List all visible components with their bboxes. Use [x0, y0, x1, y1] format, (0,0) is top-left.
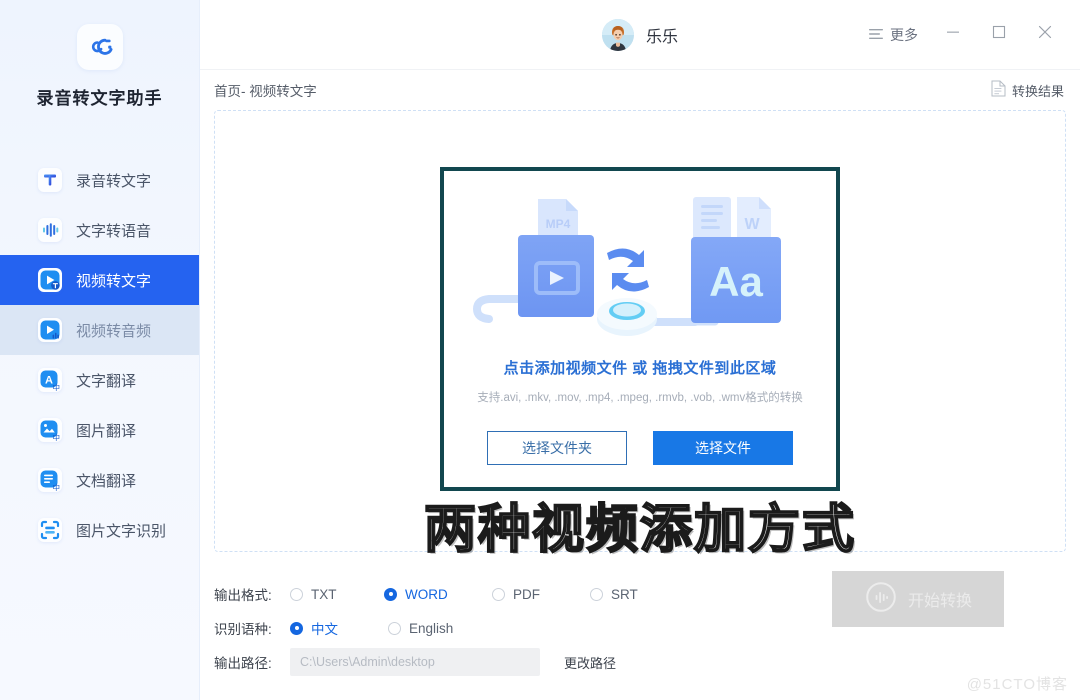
svg-text:Aa: Aa [709, 258, 763, 305]
sidebar-item-video-to-audio[interactable]: 视频转音频 [0, 305, 199, 355]
title-bar: 乐乐 更多 [200, 0, 1080, 70]
ocr-icon [38, 518, 62, 542]
sidebar-item-text-to-speech[interactable]: 文字转语音 [0, 205, 199, 255]
sidebar-item-label: 文字转语音 [76, 222, 152, 240]
select-file-button[interactable]: 选择文件 [653, 431, 793, 465]
sidebar-item-image-translate[interactable]: 中 图片翻译 [0, 405, 199, 455]
breadcrumb[interactable]: 首页- 视频转文字 [214, 80, 317, 100]
sidebar-item-label: 视频转文字 [76, 272, 152, 290]
app-window: 录音转文字助手 录音转文字 文字转语音 视频转文字 视频转音频 A 中 文字翻译… [0, 0, 1080, 700]
sidebar-item-label: 文字翻译 [76, 372, 137, 390]
text-translate-icon: A 中 [38, 368, 62, 392]
close-icon [1036, 23, 1054, 46]
output-path-row: 输出路径: 更改路径 [214, 645, 1066, 679]
file-dropzone[interactable]: MP4 W Aa 点击添加视频文件 或 拖拽文件到此区域 支持.avi, .mk… [214, 110, 1066, 561]
svg-text:MP4: MP4 [546, 217, 571, 231]
svg-text:W: W [744, 216, 760, 233]
sidebar-item-video-to-text[interactable]: 视频转文字 [0, 255, 199, 305]
conversion-result-label: 转换结果 [1011, 83, 1064, 99]
sidebar-item-label: 文档翻译 [76, 472, 137, 490]
app-logo-icon [76, 24, 123, 70]
format-option-label: SRT [611, 586, 638, 602]
format-option-srt[interactable]: SRT [590, 587, 638, 602]
format-option-pdf[interactable]: PDF [492, 587, 582, 602]
start-convert-button[interactable]: 开始转换 [832, 571, 1004, 627]
more-label: 更多 [890, 26, 918, 43]
hamburger-icon [869, 27, 883, 43]
select-folder-button[interactable]: 选择文件夹 [487, 431, 627, 465]
output-path-label: 输出路径: [214, 656, 272, 671]
language-option-chinese[interactable]: 中文 [290, 618, 380, 638]
image-translate-icon: 中 [38, 418, 62, 442]
format-option-word[interactable]: WORD [384, 587, 484, 602]
minimize-icon [945, 24, 961, 45]
language-option-english[interactable]: English [388, 621, 453, 636]
radio-dot-icon [290, 621, 303, 635]
app-logo-glyph [91, 38, 112, 55]
language-option-label: 中文 [311, 622, 338, 637]
annotation-caption: 两种视频添加方式 [423, 499, 857, 561]
format-option-label: WORD [405, 586, 448, 602]
video-to-audio-icon [38, 318, 62, 342]
svg-text:中: 中 [52, 482, 60, 491]
output-path-input[interactable] [290, 648, 540, 676]
maximize-button[interactable] [978, 18, 1020, 52]
video-to-text-illustration: MP4 W Aa [472, 197, 781, 336]
dropzone-subtitle: 支持.avi, .mkv, .mov, .mp4, .mpeg, .rmvb, … [477, 392, 803, 404]
sidebar-item-doc-translate[interactable]: 中 文档翻译 [0, 455, 199, 505]
sidebar-item-label: 图片文字识别 [76, 522, 167, 540]
start-convert-label: 开始转换 [907, 593, 972, 610]
radio-dot-icon [290, 587, 303, 601]
sidebar-item-audio-to-text[interactable]: 录音转文字 [0, 155, 199, 205]
sidebar: 录音转文字助手 录音转文字 文字转语音 视频转文字 视频转音频 A 中 文字翻译… [0, 0, 200, 700]
avatar-image [601, 18, 634, 51]
doc-translate-icon: 中 [38, 468, 62, 492]
audio-to-text-icon [38, 168, 62, 192]
change-path-button[interactable]: 更改路径 [564, 653, 616, 672]
close-button[interactable] [1024, 18, 1066, 52]
dropzone-actions: 选择文件夹 选择文件 [487, 431, 793, 465]
radio-dot-icon [590, 587, 603, 601]
brand: 录音转文字助手 [0, 0, 199, 109]
dropzone-title: 点击添加视频文件 或 拖拽文件到此区域 [503, 360, 777, 377]
add-file-panel: MP4 W Aa 点击添加视频文件 或 拖拽文件到此区域 支持.avi, .mk… [440, 167, 840, 491]
window-controls: 更多 [859, 18, 1066, 52]
sidebar-item-label: 视频转音频 [76, 322, 152, 340]
content-area: MP4 W Aa 点击添加视频文件 或 拖拽文件到此区域 支持.avi, .mk… [200, 110, 1080, 565]
sidebar-item-text-translate[interactable]: A 中 文字翻译 [0, 355, 199, 405]
app-title: 录音转文字助手 [36, 89, 163, 108]
sidebar-nav: 录音转文字 文字转语音 视频转文字 视频转音频 A 中 文字翻译 中 图片翻译 … [0, 155, 199, 555]
sidebar-item-label: 图片翻译 [76, 422, 137, 440]
user-name: 乐乐 [645, 28, 679, 46]
maximize-icon [991, 24, 1007, 45]
format-option-label: TXT [311, 586, 337, 602]
conversion-result-button[interactable]: 转换结果 [991, 80, 1064, 100]
language-option-label: English [409, 620, 454, 636]
waveform-circle-icon [864, 580, 898, 619]
options-form: 输出格式: TXT WORD PDF SRT 识别语种: 中文 English … [200, 565, 1080, 700]
output-format-label: 输出格式: [214, 588, 272, 603]
user-account[interactable]: 乐乐 [601, 18, 679, 51]
main-panel: 乐乐 更多 首页- 视频转文字 转换结果 MP4 W Aa 点击添加视频文件 或… [200, 0, 1080, 700]
text-to-speech-icon [38, 218, 62, 242]
document-icon [991, 80, 1006, 100]
format-option-txt[interactable]: TXT [290, 587, 376, 602]
svg-text:中: 中 [52, 432, 60, 441]
radio-dot-icon [388, 621, 401, 635]
minimize-button[interactable] [932, 18, 974, 52]
video-to-text-icon [38, 268, 62, 292]
sidebar-item-ocr[interactable]: 图片文字识别 [0, 505, 199, 555]
sidebar-item-label: 录音转文字 [76, 172, 152, 190]
format-option-label: PDF [513, 586, 540, 602]
language-label: 识别语种: [214, 622, 272, 637]
breadcrumb-bar: 首页- 视频转文字 转换结果 [200, 70, 1080, 110]
avatar [601, 18, 634, 51]
radio-dot-icon [384, 587, 397, 601]
svg-text:中: 中 [52, 382, 60, 391]
radio-dot-icon [492, 587, 505, 601]
more-button[interactable]: 更多 [859, 19, 928, 51]
